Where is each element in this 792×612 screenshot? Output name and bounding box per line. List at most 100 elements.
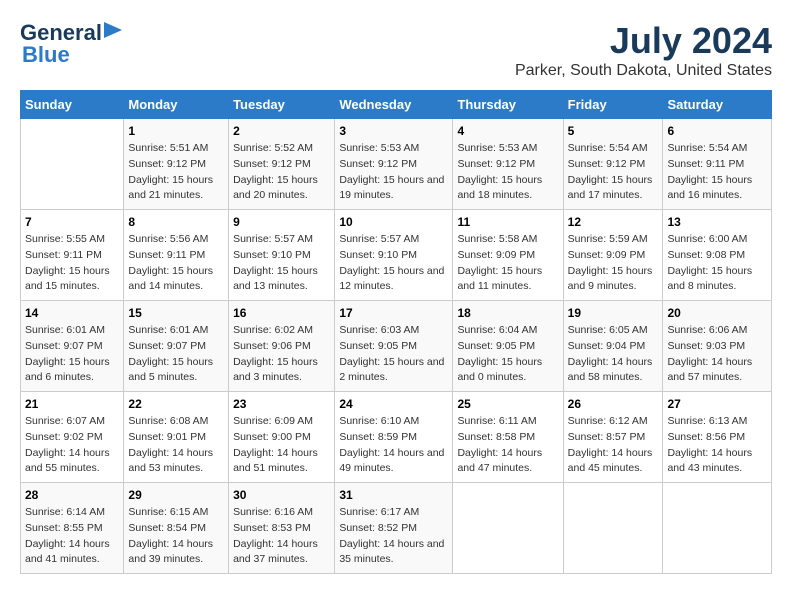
calendar-cell: 14 Sunrise: 6:01 AMSunset: 9:07 PMDayligh…: [21, 301, 124, 392]
day-number: 31: [339, 488, 448, 502]
day-number: 21: [25, 397, 119, 411]
day-detail: Sunrise: 6:05 AMSunset: 9:04 PMDaylight:…: [568, 323, 659, 386]
calendar-cell: 19 Sunrise: 6:05 AMSunset: 9:04 PMDayligh…: [563, 301, 663, 392]
day-detail: Sunrise: 6:02 AMSunset: 9:06 PMDaylight:…: [233, 323, 330, 386]
day-detail: Sunrise: 6:07 AMSunset: 9:02 PMDaylight:…: [25, 414, 119, 477]
header-day-tuesday: Tuesday: [229, 91, 335, 119]
calendar-cell: 16 Sunrise: 6:02 AMSunset: 9:06 PMDayligh…: [229, 301, 335, 392]
day-detail: Sunrise: 6:01 AMSunset: 9:07 PMDaylight:…: [128, 323, 224, 386]
header: General Blue July 2024 Parker, South Dak…: [20, 20, 772, 80]
week-row-4: 21 Sunrise: 6:07 AMSunset: 9:02 PMDayligh…: [21, 392, 772, 483]
day-detail: Sunrise: 6:13 AMSunset: 8:56 PMDaylight:…: [667, 414, 767, 477]
calendar-cell: [663, 483, 772, 574]
calendar-cell: 3Sunrise: 5:53 AMSunset: 9:12 PMDaylight…: [335, 119, 453, 210]
calendar-cell: 12 Sunrise: 5:59 AMSunset: 9:09 PMDayligh…: [563, 210, 663, 301]
calendar-cell: 7Sunrise: 5:55 AMSunset: 9:11 PMDaylight…: [21, 210, 124, 301]
calendar-cell: 15 Sunrise: 6:01 AMSunset: 9:07 PMDayligh…: [124, 301, 229, 392]
day-number: 12: [568, 215, 659, 229]
header-day-friday: Friday: [563, 91, 663, 119]
day-detail: Sunrise: 6:12 AMSunset: 8:57 PMDaylight:…: [568, 414, 659, 477]
calendar-cell: 6 Sunrise: 5:54 AMSunset: 9:11 PMDaylight…: [663, 119, 772, 210]
day-number: 2: [233, 124, 330, 138]
calendar-cell: [563, 483, 663, 574]
calendar-cell: 29 Sunrise: 6:15 AMSunset: 8:54 PMDayligh…: [124, 483, 229, 574]
day-number: 11: [457, 215, 558, 229]
day-number: 7: [25, 215, 119, 229]
day-number: 27: [667, 397, 767, 411]
day-detail: Sunrise: 5:57 AMSunset: 9:10 PMDaylight:…: [233, 232, 330, 295]
week-row-2: 7Sunrise: 5:55 AMSunset: 9:11 PMDaylight…: [21, 210, 772, 301]
week-row-5: 28Sunrise: 6:14 AMSunset: 8:55 PMDayligh…: [21, 483, 772, 574]
day-number: 19: [568, 306, 659, 320]
week-row-1: 1 Sunrise: 5:51 AMSunset: 9:12 PMDaylight…: [21, 119, 772, 210]
day-number: 5: [568, 124, 659, 138]
calendar-cell: 31 Sunrise: 6:17 AMSunset: 8:52 PMDayligh…: [335, 483, 453, 574]
day-detail: Sunrise: 6:08 AMSunset: 9:01 PMDaylight:…: [128, 414, 224, 477]
day-detail: Sunrise: 6:14 AMSunset: 8:55 PMDaylight:…: [25, 505, 119, 568]
calendar-cell: 13Sunrise: 6:00 AMSunset: 9:08 PMDayligh…: [663, 210, 772, 301]
logo: General Blue: [20, 20, 122, 68]
calendar-cell: 26 Sunrise: 6:12 AMSunset: 8:57 PMDayligh…: [563, 392, 663, 483]
calendar-cell: 10 Sunrise: 5:57 AMSunset: 9:10 PMDayligh…: [335, 210, 453, 301]
day-detail: Sunrise: 6:15 AMSunset: 8:54 PMDaylight:…: [128, 505, 224, 568]
day-detail: Sunrise: 6:11 AMSunset: 8:58 PMDaylight:…: [457, 414, 558, 477]
subtitle: Parker, South Dakota, United States: [515, 62, 772, 80]
day-detail: Sunrise: 6:17 AMSunset: 8:52 PMDaylight:…: [339, 505, 448, 568]
header-row: SundayMondayTuesdayWednesdayThursdayFrid…: [21, 91, 772, 119]
day-number: 9: [233, 215, 330, 229]
calendar-cell: 5 Sunrise: 5:54 AMSunset: 9:12 PMDaylight…: [563, 119, 663, 210]
header-day-wednesday: Wednesday: [335, 91, 453, 119]
calendar-cell: 27 Sunrise: 6:13 AMSunset: 8:56 PMDayligh…: [663, 392, 772, 483]
day-detail: Sunrise: 5:53 AMSunset: 9:12 PMDaylight:…: [457, 141, 558, 204]
calendar-cell: 18 Sunrise: 6:04 AMSunset: 9:05 PMDayligh…: [453, 301, 563, 392]
calendar-cell: 17Sunrise: 6:03 AMSunset: 9:05 PMDayligh…: [335, 301, 453, 392]
calendar-cell: 1 Sunrise: 5:51 AMSunset: 9:12 PMDaylight…: [124, 119, 229, 210]
calendar-cell: 11Sunrise: 5:58 AMSunset: 9:09 PMDayligh…: [453, 210, 563, 301]
week-row-3: 14 Sunrise: 6:01 AMSunset: 9:07 PMDayligh…: [21, 301, 772, 392]
day-detail: Sunrise: 5:51 AMSunset: 9:12 PMDaylight:…: [128, 141, 224, 204]
day-detail: Sunrise: 6:03 AMSunset: 9:05 PMDaylight:…: [339, 323, 448, 386]
header-day-monday: Monday: [124, 91, 229, 119]
day-detail: Sunrise: 5:59 AMSunset: 9:09 PMDaylight:…: [568, 232, 659, 295]
calendar-cell: 30Sunrise: 6:16 AMSunset: 8:53 PMDayligh…: [229, 483, 335, 574]
calendar-cell: 21 Sunrise: 6:07 AMSunset: 9:02 PMDayligh…: [21, 392, 124, 483]
day-number: 15: [128, 306, 224, 320]
header-day-saturday: Saturday: [663, 91, 772, 119]
logo-blue: Blue: [22, 42, 70, 68]
calendar-cell: 4 Sunrise: 5:53 AMSunset: 9:12 PMDaylight…: [453, 119, 563, 210]
day-detail: Sunrise: 6:04 AMSunset: 9:05 PMDaylight:…: [457, 323, 558, 386]
day-number: 24: [339, 397, 448, 411]
day-detail: Sunrise: 5:52 AMSunset: 9:12 PMDaylight:…: [233, 141, 330, 204]
calendar-cell: 9 Sunrise: 5:57 AMSunset: 9:10 PMDaylight…: [229, 210, 335, 301]
day-number: 22: [128, 397, 224, 411]
day-number: 16: [233, 306, 330, 320]
calendar-table: SundayMondayTuesdayWednesdayThursdayFrid…: [20, 90, 772, 574]
day-detail: Sunrise: 5:57 AMSunset: 9:10 PMDaylight:…: [339, 232, 448, 295]
day-number: 13: [667, 215, 767, 229]
header-day-sunday: Sunday: [21, 91, 124, 119]
day-number: 3: [339, 124, 448, 138]
day-detail: Sunrise: 5:54 AMSunset: 9:11 PMDaylight:…: [667, 141, 767, 204]
day-number: 14: [25, 306, 119, 320]
day-number: 25: [457, 397, 558, 411]
day-number: 29: [128, 488, 224, 502]
day-detail: Sunrise: 6:06 AMSunset: 9:03 PMDaylight:…: [667, 323, 767, 386]
day-detail: Sunrise: 6:10 AMSunset: 8:59 PMDaylight:…: [339, 414, 448, 477]
day-number: 1: [128, 124, 224, 138]
calendar-cell: 25 Sunrise: 6:11 AMSunset: 8:58 PMDayligh…: [453, 392, 563, 483]
main-title: July 2024: [515, 20, 772, 62]
calendar-cell: 24 Sunrise: 6:10 AMSunset: 8:59 PMDayligh…: [335, 392, 453, 483]
calendar-cell: 20 Sunrise: 6:06 AMSunset: 9:03 PMDayligh…: [663, 301, 772, 392]
day-number: 30: [233, 488, 330, 502]
day-number: 18: [457, 306, 558, 320]
day-number: 8: [128, 215, 224, 229]
day-number: 26: [568, 397, 659, 411]
calendar-cell: 28Sunrise: 6:14 AMSunset: 8:55 PMDayligh…: [21, 483, 124, 574]
day-number: 20: [667, 306, 767, 320]
day-number: 4: [457, 124, 558, 138]
day-detail: Sunrise: 6:01 AMSunset: 9:07 PMDaylight:…: [25, 323, 119, 386]
day-detail: Sunrise: 5:54 AMSunset: 9:12 PMDaylight:…: [568, 141, 659, 204]
day-number: 6: [667, 124, 767, 138]
day-number: 10: [339, 215, 448, 229]
calendar-cell: [453, 483, 563, 574]
